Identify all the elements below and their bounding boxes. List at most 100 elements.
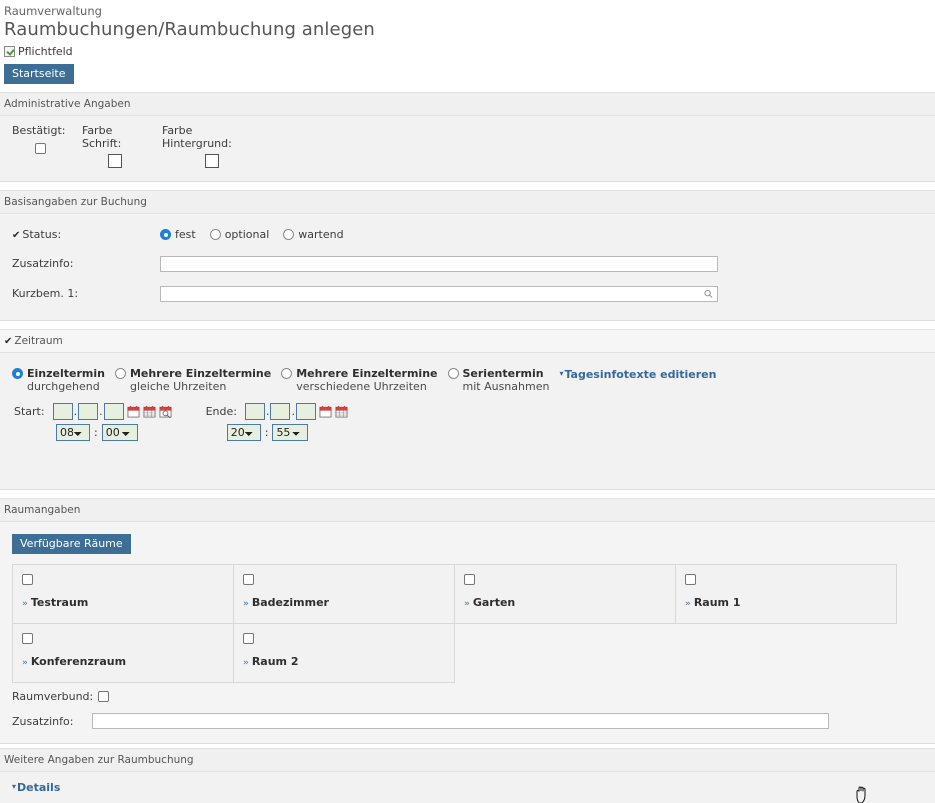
available-rooms-button-wrap: Verfügbare Räume	[0, 532, 935, 564]
administrative-panel: Bestätigt: Farbe Schrift: Farbe Hintergr…	[0, 116, 935, 182]
status-option-wartend[interactable]: wartend	[283, 228, 344, 241]
ende-month-input[interactable]	[270, 403, 291, 420]
raumverbund-checkbox[interactable]	[98, 691, 109, 702]
start-hour-select[interactable]: 08	[56, 424, 90, 441]
ende-hour-select[interactable]: 20	[226, 424, 261, 441]
zeitraum-option-mehrere-gleiche[interactable]: Mehrere Einzeltermine gleiche Uhrzeiten	[114, 367, 271, 393]
start-day-input[interactable]	[52, 403, 73, 420]
bestaetigt-checkbox[interactable]	[34, 142, 46, 154]
farbe-schrift-colorpicker[interactable]	[108, 154, 122, 168]
tagesinfotexte-link[interactable]: ▾Tagesinfotexte editieren	[559, 368, 716, 381]
radio-serientermin[interactable]	[447, 368, 459, 379]
tagesinfotexte-link-label: Tagesinfotexte editieren	[564, 368, 717, 381]
zeitraum-options-row: Einzeltermin durchgehend Mehrere Einzelt…	[0, 361, 935, 395]
room-name-text: Konferenzraum	[30, 655, 127, 668]
start-label: Start:	[14, 405, 45, 418]
room-label-testraum[interactable]: » Testraum	[22, 596, 233, 609]
radio-mehrere-gleiche[interactable]	[114, 368, 126, 379]
start-minute-select[interactable]: 00	[101, 424, 138, 441]
raum-zusatzinfo-input[interactable]	[92, 713, 829, 729]
status-option-fest[interactable]: fest	[160, 228, 196, 241]
room-card[interactable]: » Konferenzraum	[12, 623, 234, 683]
zeitraum-option-einzeltermin[interactable]: Einzeltermin durchgehend	[12, 367, 105, 393]
chevron-down-icon: ▾	[559, 369, 564, 378]
room-card[interactable]: » Garten	[454, 564, 676, 624]
kurzbem-input-wrap	[160, 285, 718, 302]
ende-day-input[interactable]	[244, 403, 265, 420]
raumangaben-panel: Verfügbare Räume » Testraum » Badezimmer »…	[0, 522, 935, 744]
serientermin-line1: Serientermin	[462, 367, 544, 380]
calendar-grid-icon[interactable]	[335, 405, 348, 418]
room-checkbox-badezimmer[interactable]	[243, 573, 254, 585]
radio-fest[interactable]	[160, 229, 171, 240]
section-header-basis: Basisangaben zur Buchung	[0, 190, 935, 214]
room-label-raum-2[interactable]: » Raum 2	[243, 655, 454, 668]
status-option-optional[interactable]: optional	[209, 228, 270, 241]
radio-optional-label: optional	[224, 228, 270, 241]
calendar-icon[interactable]	[127, 405, 140, 418]
chevron-right-icon: »	[243, 599, 249, 609]
ende-label: Ende:	[205, 405, 237, 418]
radio-wartend[interactable]	[283, 229, 295, 240]
farbe-schrift-label: Farbe Schrift:	[82, 124, 122, 150]
zeitraum-option-serientermin[interactable]: Serientermin mit Ausnahmen	[447, 367, 550, 393]
start-month-input[interactable]	[78, 403, 99, 420]
administrative-fields-row: Bestätigt: Farbe Schrift: Farbe Hintergr…	[0, 124, 935, 171]
room-card[interactable]: » Badezimmer	[233, 564, 455, 624]
calendar-search-icon[interactable]	[159, 405, 172, 418]
room-checkbox-garten[interactable]	[464, 573, 475, 585]
breadcrumb: Raumverwaltung	[4, 4, 102, 18]
room-label-garten[interactable]: » Garten	[464, 596, 675, 609]
room-checkbox-testraum[interactable]	[22, 573, 33, 585]
room-checkbox-raum-1[interactable]	[685, 573, 696, 585]
chevron-right-icon: »	[22, 658, 28, 668]
room-card[interactable]: » Testraum	[12, 564, 234, 624]
required-field-label: Pflichtfeld	[18, 45, 73, 58]
field-farbe-schrift: Farbe Schrift:	[82, 124, 148, 171]
section-header-weitere: Weitere Angaben zur Raumbuchung	[0, 748, 935, 772]
kurzbem-input[interactable]	[160, 285, 718, 302]
room-card[interactable]: » Raum 1	[675, 564, 897, 624]
verfuegbare-raeume-button[interactable]: Verfügbare Räume	[12, 534, 131, 554]
field-bestaetigt: Bestätigt:	[12, 124, 68, 171]
radio-einzeltermin[interactable]	[12, 368, 23, 379]
mehrere-gleiche-line1: Mehrere Einzeltermine	[129, 367, 272, 380]
zeitraum-panel: Einzeltermin durchgehend Mehrere Einzelt…	[0, 352, 935, 490]
room-label-raum-1[interactable]: » Raum 1	[685, 596, 896, 609]
room-card[interactable]: » Raum 2	[233, 623, 455, 683]
details-link[interactable]: ▾Details	[12, 781, 60, 794]
calendar-icon[interactable]	[319, 405, 332, 418]
calendar-grid-icon[interactable]	[143, 405, 156, 418]
zeitraum-option-mehrere-verschieden[interactable]: Mehrere Einzeltermine verschiedene Uhrze…	[281, 367, 438, 393]
page-root: Raumverwaltung Raumbuchungen/Raumbuchung…	[0, 0, 935, 803]
room-checkbox-raum-2[interactable]	[243, 632, 254, 644]
status-row: ✔ Status: fest optional wartend	[0, 222, 935, 247]
room-checkbox-konferenzraum[interactable]	[22, 632, 33, 644]
mehrere-verschieden-line2: verschiedene Uhrzeiten	[296, 380, 427, 393]
section-header-administrative: Administrative Angaben	[0, 92, 935, 116]
startseite-button[interactable]: Startseite	[4, 64, 74, 84]
farbe-hintergrund-colorpicker[interactable]	[205, 154, 219, 168]
zusatzinfo-input[interactable]	[160, 255, 718, 272]
zeitraum-title: Zeitraum	[14, 335, 63, 347]
start-year-input[interactable]	[103, 403, 124, 420]
ende-year-input[interactable]	[295, 403, 316, 420]
time-colon: :	[94, 426, 98, 439]
zeitraum-option-mehrere-gleiche-text: Mehrere Einzeltermine gleiche Uhrzeiten	[130, 367, 271, 393]
basis-panel: ✔ Status: fest optional wartend Zusatzinf…	[0, 214, 935, 321]
time-colon: :	[264, 426, 269, 439]
room-name-text: Badezimmer	[251, 596, 329, 609]
serientermin-line2: mit Ausnahmen	[462, 380, 550, 393]
status-label-wrap: ✔ Status:	[12, 228, 160, 241]
raum-zusatzinfo-label: Zusatzinfo:	[12, 714, 74, 728]
date-separator: .	[291, 405, 295, 418]
radio-optional[interactable]	[209, 229, 221, 240]
room-label-konferenzraum[interactable]: » Konferenzraum	[22, 655, 233, 668]
radio-mehrere-verschieden[interactable]	[281, 368, 293, 379]
room-label-badezimmer[interactable]: » Badezimmer	[243, 596, 454, 609]
time-row: 08 : 00 20 : 55	[0, 420, 935, 441]
chevron-right-icon: »	[464, 599, 470, 609]
section-header-raumangaben: Raumangaben	[0, 498, 935, 522]
ende-minute-select[interactable]: 55	[272, 424, 309, 441]
kurzbem-label: Kurzbem. 1:	[12, 287, 79, 300]
